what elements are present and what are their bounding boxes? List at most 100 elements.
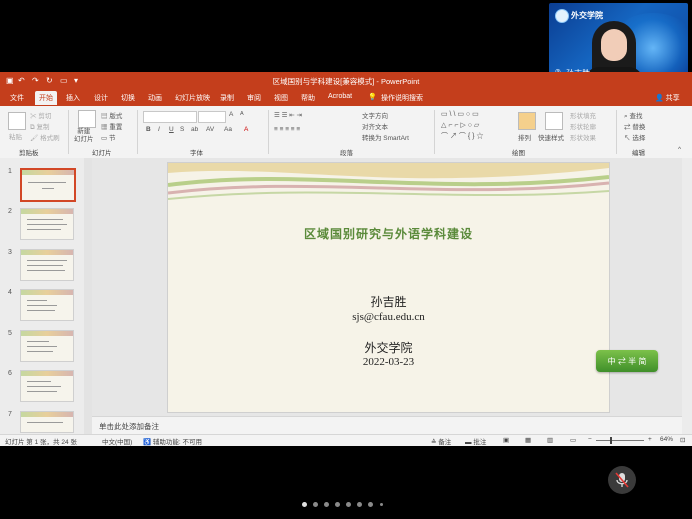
layout-button[interactable]: ▤ 版式: [101, 110, 122, 120]
format-painter-button[interactable]: 🖌 格式刷: [30, 132, 60, 142]
current-slide[interactable]: 区域国别研究与外语学科建设 孙吉胜 sjs@cfau.edu.cn 外交学院 2…: [167, 162, 610, 413]
thumbnails-scrollbar[interactable]: [84, 158, 92, 434]
zoom-level[interactable]: 64%: [660, 436, 673, 443]
collapse-ribbon-icon[interactable]: ^: [678, 146, 681, 153]
copy-label: 复制: [36, 124, 50, 131]
tab-view[interactable]: 视图: [274, 93, 288, 103]
tab-record[interactable]: 录制: [220, 93, 234, 103]
zoom-slider[interactable]: [596, 440, 644, 441]
page-dot[interactable]: [380, 503, 383, 506]
group-label-paragraph: 段落: [340, 150, 353, 157]
new-slide-button[interactable]: 新建 幻灯片: [74, 128, 94, 144]
slide-thumbnail-5[interactable]: [20, 330, 74, 362]
align-text-button[interactable]: 对齐文本: [362, 121, 388, 131]
slide-thumbnail-7[interactable]: [20, 411, 74, 433]
shape-effects-button[interactable]: 形状效果: [570, 132, 596, 142]
zoom-slider-thumb[interactable]: [610, 437, 612, 444]
tab-acrobat[interactable]: Acrobat: [328, 93, 352, 100]
shape-fill-button[interactable]: 形状填充: [570, 110, 596, 120]
slide-scrollbar[interactable]: [682, 158, 692, 434]
tell-me-search[interactable]: 操作说明搜索: [381, 93, 423, 103]
shape-outline-button[interactable]: 形状轮廓: [570, 121, 596, 131]
page-dot[interactable]: [346, 502, 351, 507]
slide-thumbnail-6[interactable]: [20, 370, 74, 402]
font-name-field[interactable]: [143, 111, 197, 123]
find-button[interactable]: ⌕ 查找: [624, 110, 642, 121]
paste-icon[interactable]: [8, 112, 26, 130]
brush-icon: 🖌: [30, 135, 41, 142]
tab-transitions[interactable]: 切换: [121, 93, 135, 103]
school-name: 外交学院: [571, 11, 603, 20]
replace-button[interactable]: ⇄ 替换: [624, 121, 645, 131]
tab-animations[interactable]: 动画: [148, 93, 162, 103]
reset-button[interactable]: ▦ 重置: [101, 121, 122, 131]
arrange-button[interactable]: 排列: [518, 132, 531, 142]
bullets-icon[interactable]: ☰ ☰ ⇤ ⇥: [274, 111, 302, 119]
font-size-field[interactable]: [198, 111, 226, 123]
accessibility-status[interactable]: ♿ 辅助功能: 不可用: [143, 436, 202, 446]
section-button[interactable]: ▭ 节: [101, 132, 115, 142]
new-slide-icon[interactable]: [78, 110, 96, 128]
page-dot[interactable]: [357, 502, 362, 507]
quick-styles-icon[interactable]: [545, 112, 563, 130]
zoom-out-icon[interactable]: −: [588, 436, 592, 443]
font-color-icon[interactable]: A: [244, 126, 248, 133]
thumb-number: 6: [8, 370, 12, 377]
tab-design[interactable]: 设计: [94, 93, 108, 103]
fit-slide-icon[interactable]: ⊡: [680, 436, 685, 444]
slideshow-view-icon[interactable]: ▭: [570, 436, 576, 444]
shrink-font-button[interactable]: A: [240, 111, 244, 117]
speaker-video-tile: 外交学院 🎙 孙吉胜: [549, 3, 688, 81]
accessibility-icon: ♿: [143, 439, 153, 446]
tab-slideshow[interactable]: 幻灯片放映: [175, 93, 210, 103]
slide-thumbnail-4[interactable]: [20, 289, 74, 321]
arrange-icon[interactable]: [518, 112, 536, 130]
quick-styles-button[interactable]: 快速样式: [538, 132, 564, 142]
input-method-badge[interactable]: 中 ⇄ 半 简: [596, 350, 658, 372]
smartart-button[interactable]: 转换为 SmartArt: [362, 132, 409, 142]
thumb-number: 2: [8, 208, 12, 215]
tab-home[interactable]: 开始: [35, 91, 57, 105]
normal-view-icon[interactable]: ▣: [503, 436, 509, 444]
shadow-button[interactable]: ab: [191, 126, 198, 133]
tab-insert[interactable]: 插入: [66, 93, 80, 103]
strike-button[interactable]: S: [180, 126, 184, 133]
underline-button[interactable]: U: [169, 126, 174, 133]
zoom-in-icon[interactable]: +: [648, 436, 652, 443]
status-bar: 幻灯片 第 1 张，共 24 张 中文(中国) ♿ 辅助功能: 不可用 ≙ 备注…: [0, 434, 692, 446]
comments-button[interactable]: ▬ 批注: [465, 436, 486, 446]
ribbon: 粘贴 ✂ 剪切 ⧉ 复制 🖌 格式刷 剪贴板 新建 幻灯片 ▤ 版式 ▦ 重置 …: [0, 106, 692, 159]
notes-pane[interactable]: 单击此处添加备注: [92, 416, 682, 435]
shapes-gallery[interactable]: ▭ \ \ ▭ ○ ▭ △ ⌐ ⌐ ▷ ○ ▱ ⌒ ↗ ⌒ { } ☆: [441, 109, 483, 142]
slide-thumbnail-3[interactable]: [20, 249, 74, 281]
copy-button[interactable]: ⧉ 复制: [30, 121, 49, 132]
paste-button[interactable]: 粘贴: [9, 131, 22, 141]
find-label: 查找: [629, 113, 643, 120]
cut-button[interactable]: ✂ 剪切: [30, 110, 51, 120]
page-dot[interactable]: [368, 502, 373, 507]
mute-button[interactable]: [608, 466, 636, 494]
page-dot[interactable]: [324, 502, 329, 507]
tab-help[interactable]: 帮助: [301, 93, 315, 103]
page-dot-active[interactable]: [302, 502, 307, 507]
grow-font-button[interactable]: A: [229, 111, 233, 118]
slide-thumbnail-2[interactable]: [20, 208, 74, 240]
select-button[interactable]: ↖ 选择: [624, 132, 645, 142]
slide-thumbnail-1[interactable]: [20, 168, 76, 202]
italic-button[interactable]: I: [158, 126, 160, 133]
tab-file[interactable]: 文件: [10, 93, 24, 103]
char-spacing-button[interactable]: AV: [206, 126, 214, 133]
bold-button[interactable]: B: [146, 126, 151, 133]
align-icons[interactable]: ≡ ≡ ≡ ≡ ≡: [274, 126, 300, 133]
sorter-view-icon[interactable]: ▦: [525, 436, 531, 444]
notes-button[interactable]: ≙ 备注: [431, 436, 451, 446]
language-indicator[interactable]: 中文(中国): [102, 436, 132, 446]
page-dot[interactable]: [335, 502, 340, 507]
change-case-button[interactable]: Aa: [224, 126, 232, 133]
slide-header-swoosh: [168, 163, 609, 200]
share-button[interactable]: 👤 共享: [655, 93, 680, 103]
reading-view-icon[interactable]: ▥: [547, 436, 553, 444]
tab-review[interactable]: 审阅: [247, 93, 261, 103]
page-dot[interactable]: [313, 502, 318, 507]
text-direction-button[interactable]: 文字方向: [362, 110, 388, 120]
